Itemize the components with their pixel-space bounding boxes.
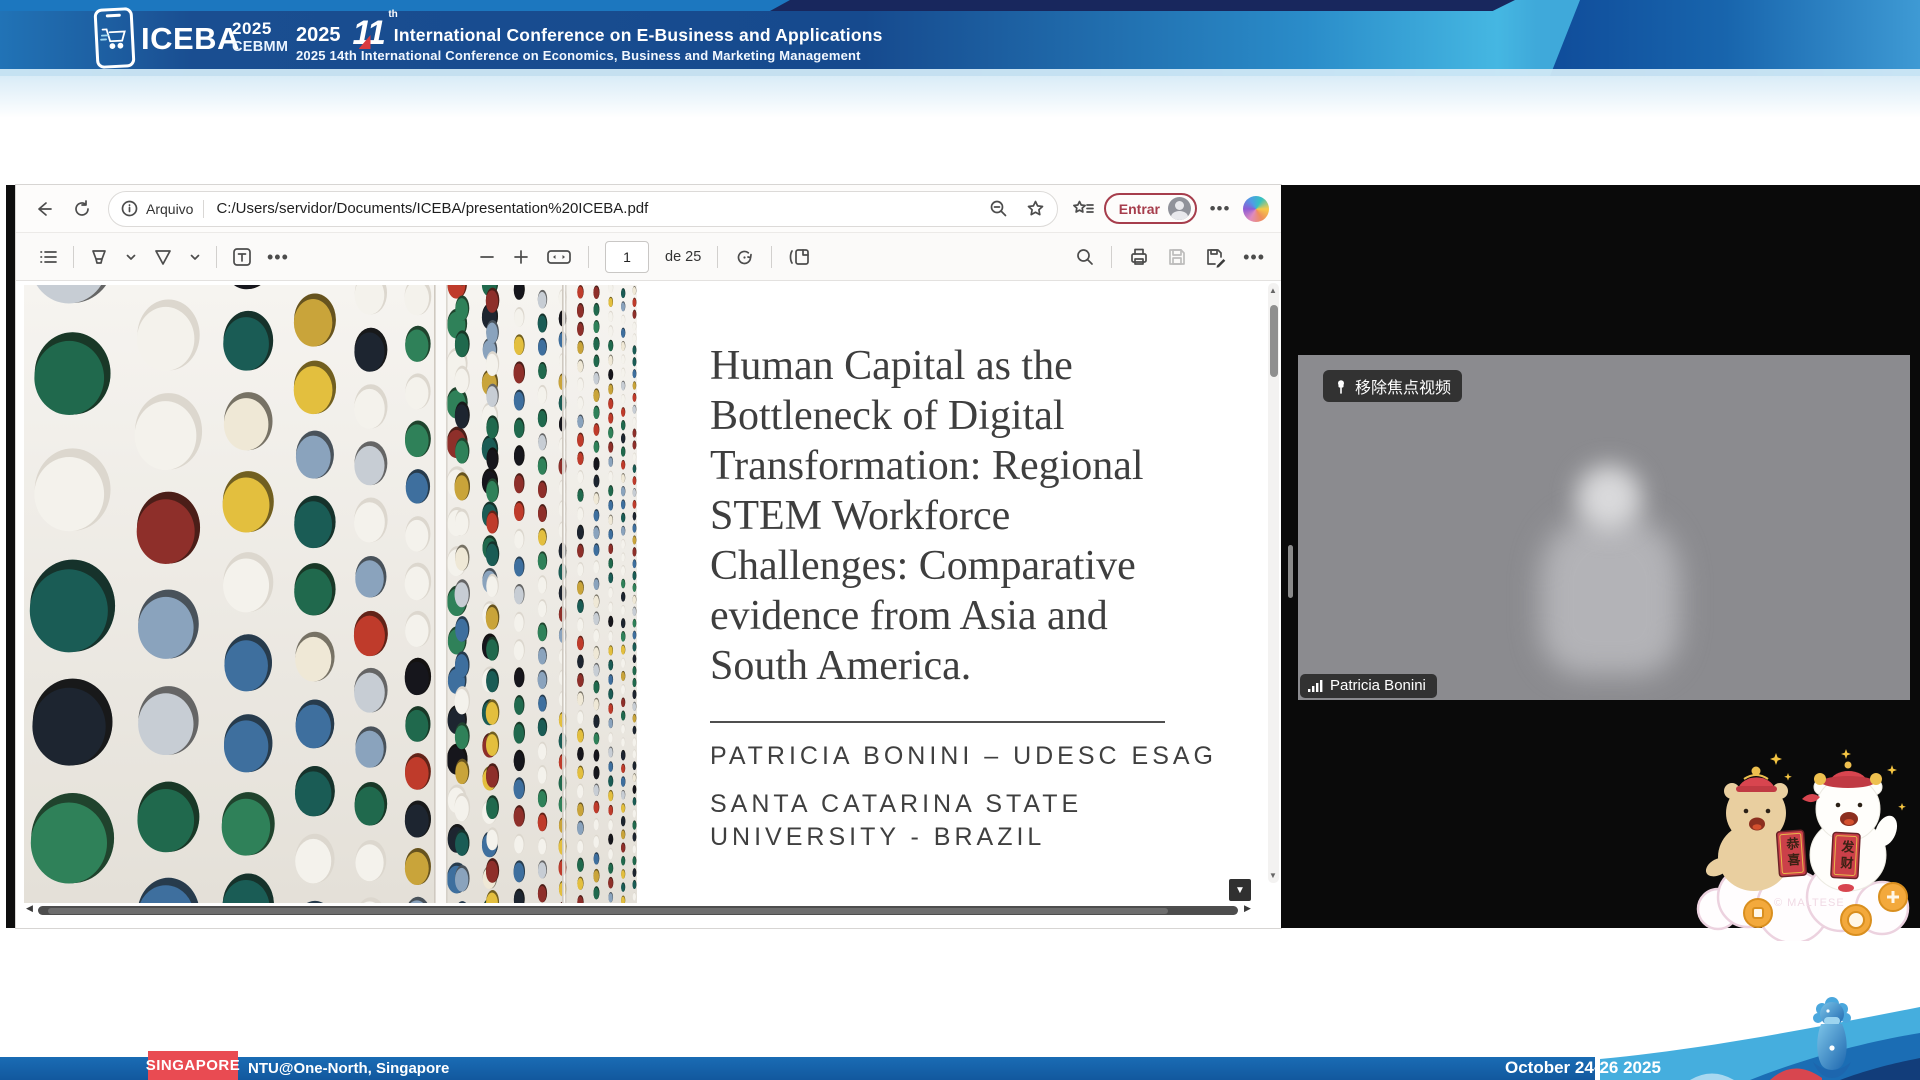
page-total-label: de 25 [665, 249, 701, 265]
scroll-right-arrow[interactable]: ▶ [1244, 903, 1251, 914]
page-number-input[interactable] [605, 241, 649, 273]
banner-right-characters: 发财 [1836, 840, 1857, 873]
toolbar-actions: Entrar ••• [1072, 193, 1269, 225]
add-text-icon[interactable] [231, 246, 253, 268]
slide-photo-colorful-holes [24, 285, 637, 903]
browser-toolbar: Arquivo C:/Users/servidor/Documents/ICEB… [16, 185, 1281, 233]
annotate-more-icon[interactable]: ••• [267, 247, 289, 268]
fit-width-icon[interactable] [546, 247, 572, 267]
slide-title-divider [710, 721, 1165, 723]
desktop-edge-strip [6, 185, 16, 928]
profile-avatar [1168, 197, 1191, 220]
participant-name-badge: Patricia Bonini [1300, 674, 1437, 698]
pin-icon [1334, 379, 1348, 394]
browser-menu-button[interactable]: ••• [1207, 193, 1233, 225]
banner-left-characters: 恭喜 [1782, 836, 1803, 869]
vertical-scrollbar-thumb[interactable] [1270, 305, 1278, 377]
toc-icon[interactable] [38, 247, 59, 267]
browser-window: Arquivo C:/Users/servidor/Documents/ICEB… [16, 185, 1281, 928]
search-icon[interactable] [1075, 247, 1095, 267]
slide-title: Human Capital as theBottleneck of Digita… [710, 341, 1190, 691]
pdf-horizontal-scrollbar[interactable] [38, 906, 1238, 915]
banner-navy-stripe [770, 0, 1515, 11]
back-icon [34, 199, 54, 219]
conference-banner: ICEBA 2025 CEBMM 2025 11 th Internationa… [0, 0, 1920, 76]
logo-cebmm: CEBMM [232, 40, 288, 55]
pdf-more-icon[interactable]: ••• [1243, 247, 1265, 268]
pane-resize-handle[interactable] [1288, 545, 1293, 598]
sticker-watermark: © MALTESE [1774, 897, 1845, 909]
blurred-person-head [1576, 465, 1642, 531]
conference-subtitle: 2025 14th International Conference on Ec… [296, 48, 861, 63]
horizontal-scrollbar-thumb[interactable] [48, 908, 1168, 914]
refresh-button[interactable] [66, 193, 98, 225]
phone-cart-logo-icon [93, 7, 135, 69]
banner-right-accent [1490, 0, 1920, 76]
save-icon [1166, 246, 1188, 268]
merlion-mascot [1795, 992, 1870, 1080]
refresh-icon [72, 199, 92, 219]
address-bar[interactable]: Arquivo C:/Users/servidor/Documents/ICEB… [108, 191, 1058, 227]
scroll-down-button[interactable]: ▼ [1229, 879, 1251, 901]
pdf-vertical-scrollbar[interactable]: ▲ ▼ [1268, 283, 1279, 883]
logo-year: 2025 [232, 20, 288, 37]
zoom-in-button[interactable] [512, 248, 530, 266]
save-as-icon[interactable] [1204, 246, 1227, 269]
pdf-toolbar-left: ••• [38, 233, 289, 281]
chevron-down-icon[interactable] [124, 250, 138, 264]
url-text: C:/Users/servidor/Documents/ICEBA/presen… [216, 200, 988, 217]
info-icon [121, 200, 138, 217]
conference-title: 2025 11 th International Conference on E… [296, 18, 883, 49]
pdf-toolbar-right: ••• [1075, 233, 1265, 281]
banner-bottom-stripe [0, 69, 1920, 76]
pdf-toolbar-center: de 25 [478, 233, 812, 281]
screen: ICEBA 2025 CEBMM 2025 11 th Internationa… [0, 0, 1920, 1080]
signin-label: Entrar [1119, 201, 1160, 217]
copilot-icon[interactable] [1243, 196, 1269, 222]
bear-sticker-art [1696, 745, 1914, 941]
slide-affiliation: SANTA CATARINA STATEUNIVERSITY - BRAZIL [710, 788, 1082, 854]
draw-pen-icon[interactable] [152, 246, 174, 268]
highlighter-icon[interactable] [88, 246, 110, 268]
remove-spotlight-button[interactable]: 移除焦点视频 [1323, 370, 1462, 402]
more-icon: ••• [1210, 199, 1231, 219]
logo-iceba: ICEBA [141, 21, 240, 57]
pdf-page: Human Capital as theBottleneck of Digita… [16, 281, 1281, 927]
favorites-hub-icon[interactable] [1072, 199, 1094, 219]
file-scheme-label: Arquivo [146, 201, 193, 217]
singapore-badge: SINGAPORE [148, 1051, 238, 1080]
participant-name: Patricia Bonini [1330, 677, 1426, 694]
address-divider [203, 200, 204, 218]
signal-icon [1308, 679, 1324, 693]
remove-spotlight-label: 移除焦点视频 [1355, 374, 1451, 398]
venue-text: NTU@One-North, Singapore [248, 1057, 449, 1080]
zoom-out-button[interactable] [478, 248, 496, 266]
favorite-star-icon[interactable] [1026, 199, 1045, 218]
page-view-icon[interactable] [788, 247, 812, 267]
title-year: 2025 [296, 24, 341, 47]
eleventh-logo: 11 th [353, 18, 384, 49]
bear-sticker: 恭喜 发财 © MALTESE [1696, 745, 1914, 941]
blurred-person-silhouette [1540, 515, 1680, 675]
title-text: International Conference on E-Business a… [394, 25, 883, 46]
pdf-toolbar: ••• de 25 [16, 233, 1281, 281]
scroll-left-arrow[interactable]: ◀ [26, 903, 33, 914]
banner-fade [0, 76, 1920, 118]
signin-button[interactable]: Entrar [1104, 193, 1197, 224]
zoom-out-icon[interactable] [989, 199, 1008, 218]
logo-year-block: 2025 CEBMM [232, 20, 288, 55]
participant-video: 移除焦点视频 Patricia Bonini [1298, 355, 1910, 700]
print-icon[interactable] [1128, 246, 1150, 268]
back-button[interactable] [28, 193, 60, 225]
meeting-video-panel: 移除焦点视频 Patricia Bonini [1281, 185, 1920, 928]
conference-dates: October 24-26 2025 [1505, 1056, 1661, 1080]
chevron-down-icon[interactable] [188, 250, 202, 264]
slide-author: PATRICIA BONINI – UDESC ESAG [710, 742, 1217, 771]
rotate-icon[interactable] [734, 247, 755, 268]
